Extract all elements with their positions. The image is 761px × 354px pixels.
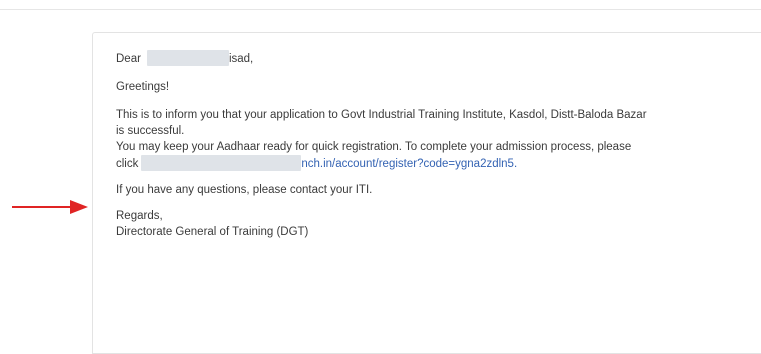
questions-line: If you have any questions, please contac…	[116, 184, 373, 196]
greeting-suffix: isad,	[228, 53, 254, 65]
paragraph-2-line-1: You may keep your Aadhaar ready for quic…	[116, 141, 632, 153]
email-body: Dear isad, Greetings! This is to inform y…	[116, 50, 756, 240]
redacted-name	[146, 50, 229, 66]
paragraph-1-line-2: is successful.	[116, 125, 185, 137]
paragraph-2-line-2: click nch.in/account/register?code=ygna2z…	[116, 155, 756, 172]
arrow-right-icon	[12, 200, 88, 214]
paragraph-1-line-1: This is to inform you that your applicat…	[116, 109, 647, 121]
link-end: .	[513, 158, 518, 170]
greeting-line: Dear isad,	[116, 50, 756, 67]
salutation: Greetings!	[116, 81, 170, 93]
signature: Directorate General of Training (DGT)	[116, 226, 309, 238]
registration-link[interactable]: nch.in/account/register?code=ygna2zdln5	[301, 158, 514, 170]
click-prefix: click	[116, 158, 139, 170]
greeting-prefix: Dear	[116, 53, 141, 65]
redacted-link-part	[141, 155, 302, 171]
closing: Regards,	[116, 210, 163, 222]
top-divider	[0, 9, 761, 10]
